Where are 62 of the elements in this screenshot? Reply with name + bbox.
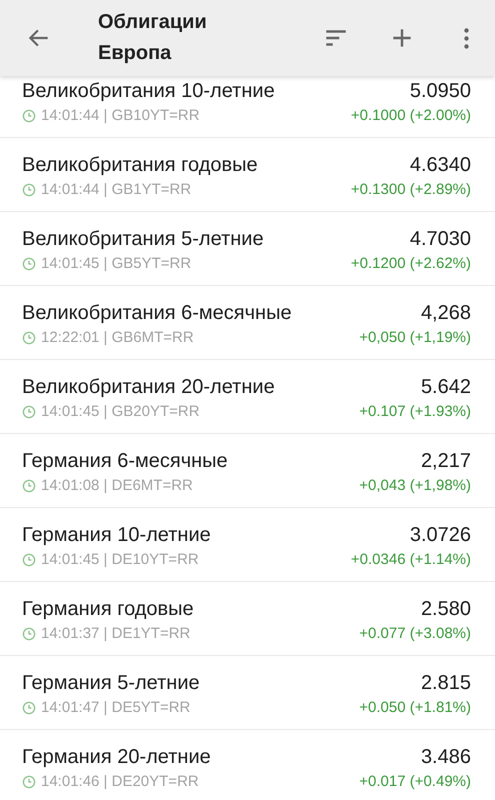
clock-icon [22,479,36,493]
price-change: +0.1000 (+2.00%) [350,106,471,126]
update-time-and-ticker: 14:01:46 | DE20YT=RR [41,772,200,792]
bond-name: Великобритания 10-летние [22,79,275,104]
bond-row[interactable]: Великобритания 6-месячные 4,268 12:22:01 | GB6MT=RR +0,050 (+1,19%) [0,286,495,360]
clock-icon [22,109,36,123]
price-change: +0.050 (+1.81%) [359,698,471,718]
bond-name: Германия 5-летние [22,671,200,696]
update-time-and-ticker: 14:01:45 | GB5YT=RR [41,254,192,274]
bond-name: Германия годовые [22,597,194,622]
clock-icon [22,627,36,641]
price-change: +0,050 (+1,19%) [359,328,471,348]
bond-name: Великобритания 6-месячные [22,301,292,326]
bond-name: Великобритания 20-летние [22,375,275,400]
price-change: +0.107 (+1.93%) [359,402,471,422]
bond-row[interactable]: Германия 6-месячные 2,217 14:01:08 | DE6MT=RR +0,043 (+1,98%) [0,434,495,508]
clock-icon [22,183,36,197]
clock-icon [22,553,36,567]
bond-name: Германия 10-летние [22,523,211,548]
bond-price: 3.0726 [410,523,471,548]
bond-row[interactable]: Германия 10-летние 3.0726 14:01:45 | DE10YT=RR +0.0346 (+1.14%) [0,508,495,582]
bond-name: Великобритания годовые [22,153,258,178]
clock-icon [22,405,36,419]
bond-price: 2.580 [420,597,471,622]
update-time-and-ticker: 14:01:47 | DE5YT=RR [41,698,192,718]
price-change: +0.1200 (+2.62%) [350,254,471,274]
bond-row[interactable]: Великобритания 5-летние 4.7030 14:01:45 | GB5YT=RR +0.1200 (+2.62%) [0,212,495,286]
bond-row[interactable]: Великобритания годовые 4.6340 14:01:44 | GB1YT=RR +0.1300 (+2.89%) [0,138,495,212]
screen-title: Облигации Европа [98,10,208,66]
clock-icon [22,701,36,715]
bond-price: 4,268 [420,301,471,326]
bond-name: Германия 20-летние [22,745,211,770]
bond-price: 4.6340 [410,153,471,178]
update-time-and-ticker: 12:22:01 | GB6MT=RR [41,328,195,348]
price-change: +0.077 (+3.08%) [359,624,471,644]
bond-name: Великобритания 5-летние [22,227,264,252]
bond-row[interactable]: Великобритания 10-летние 5.0950 14:01:44 | GB10YT=RR +0.1000 (+2.00%) [0,76,495,138]
price-change: +0,043 (+1,98%) [359,476,471,496]
update-time-and-ticker: 14:01:37 | DE1YT=RR [41,624,192,644]
bond-price: 3.486 [420,745,471,770]
price-change: +0.017 (+0.49%) [359,772,471,792]
clock-icon [22,257,36,271]
update-time-and-ticker: 14:01:44 | GB10YT=RR [41,106,201,126]
update-time-and-ticker: 14:01:45 | DE10YT=RR [41,550,200,570]
bond-row[interactable]: Германия годовые 2.580 14:01:37 | DE1YT=RR +0.077 (+3.08%) [0,582,495,656]
clock-icon [22,775,36,789]
price-change: +0.0346 (+1.14%) [350,550,471,570]
update-time-and-ticker: 14:01:44 | GB1YT=RR [41,180,192,200]
more-icon [464,28,468,48]
bond-price: 4.7030 [410,227,471,252]
bond-price: 5.642 [420,375,471,400]
bond-row[interactable]: Германия 5-летние 2.815 14:01:47 | DE5YT=RR +0.050 (+1.81%) [0,656,495,730]
update-time-and-ticker: 14:01:45 | GB20YT=RR [41,402,201,422]
bond-price: 2.815 [420,671,471,696]
bond-price: 5.0950 [410,79,471,104]
bond-price: 2,217 [420,449,471,474]
bond-row[interactable]: Великобритания 20-летние 5.642 14:01:45 | GB20YT=RR +0.107 (+1.93%) [0,360,495,434]
price-change: +0.1300 (+2.89%) [350,180,471,200]
bond-row[interactable]: Германия 20-летние 3.486 14:01:46 | DE20YT=RR +0.017 (+0.49%) [0,730,495,800]
bond-name: Германия 6-месячные [22,449,228,474]
update-time-and-ticker: 14:01:08 | DE6MT=RR [41,476,194,496]
clock-icon [22,331,36,345]
